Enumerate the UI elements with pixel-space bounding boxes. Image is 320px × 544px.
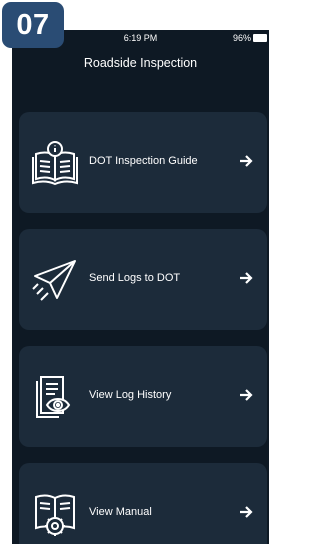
arrow-right-icon: [240, 272, 253, 284]
menu-item-label: View Log History: [89, 389, 172, 401]
menu-item-label: DOT Inspection Guide: [89, 155, 198, 167]
app-screen: 6:19 PM 96% Roadside Inspection DOT Insp…: [12, 30, 269, 544]
arrow-right-icon: [240, 506, 253, 518]
inspection-guide-book-icon: [32, 141, 78, 186]
menu-item-dot-inspection-guide[interactable]: DOT Inspection Guide: [19, 112, 267, 213]
menu-item-view-log-history[interactable]: View Log History: [19, 346, 267, 447]
paper-plane-icon: [32, 260, 76, 301]
step-number-badge: 07: [2, 2, 64, 48]
battery-icon: [253, 34, 267, 42]
menu-item-view-manual[interactable]: View Manual: [19, 463, 267, 544]
arrow-right-icon: [240, 155, 253, 167]
step-number: 07: [16, 8, 50, 41]
menu-item-send-logs-to-dot[interactable]: Send Logs to DOT: [19, 229, 267, 330]
menu-item-label: View Manual: [89, 506, 152, 518]
page-title: Roadside Inspection: [83, 56, 198, 70]
arrow-right-icon: [240, 389, 253, 401]
battery-percent: 96%: [232, 33, 251, 43]
menu-item-label: Send Logs to DOT: [89, 272, 181, 284]
log-history-eye-icon: [36, 376, 71, 418]
manual-gear-icon: [35, 494, 75, 536]
